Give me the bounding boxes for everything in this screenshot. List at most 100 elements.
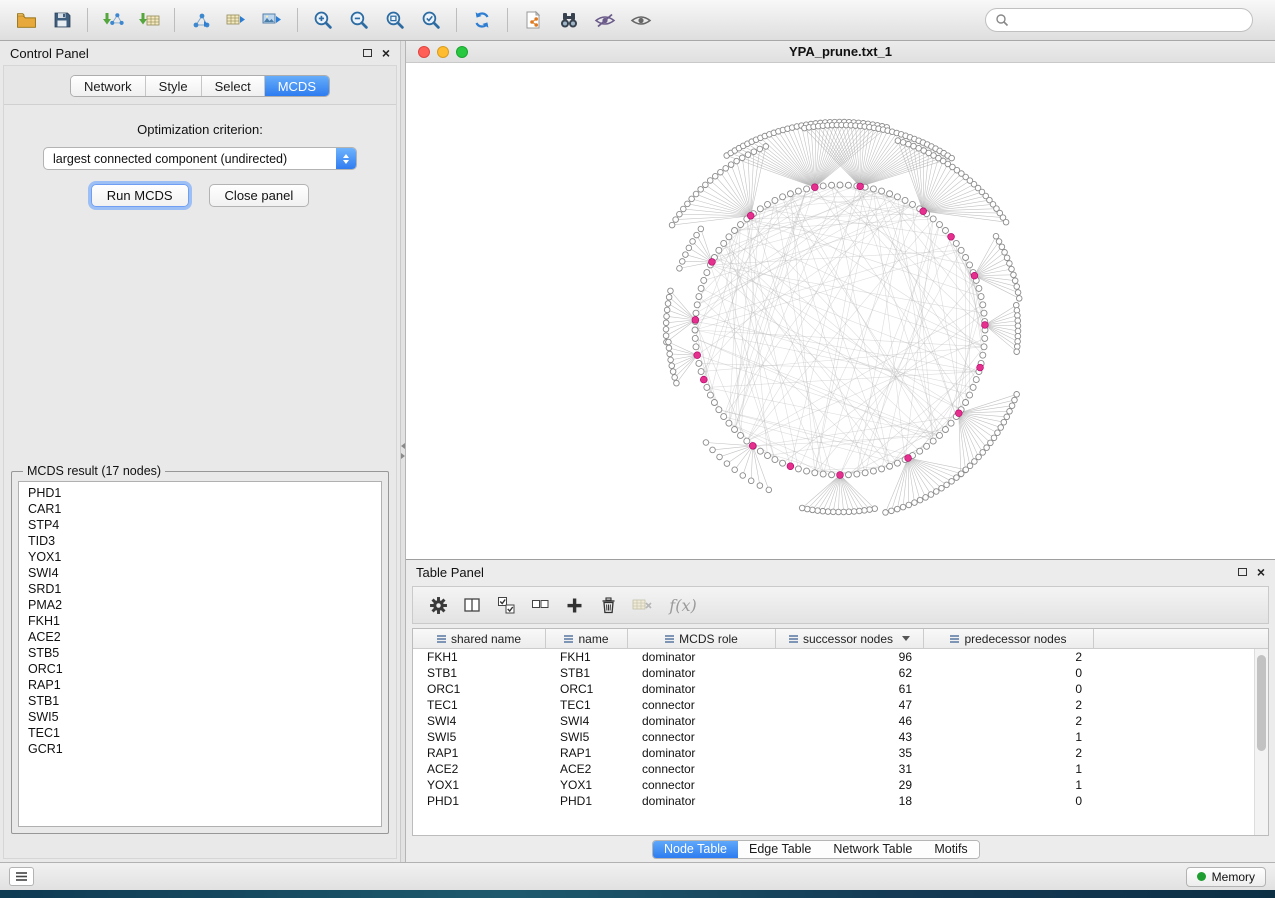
collapse-right-icon[interactable]	[401, 453, 405, 459]
memory-button[interactable]: Memory	[1186, 867, 1266, 887]
mcds-result-list[interactable]: PHD1CAR1STP4TID3YOX1SWI4SRD1PMA2FKH1ACE2…	[18, 481, 382, 827]
mcds-result-item[interactable]: CAR1	[28, 501, 381, 517]
mcds-result-item[interactable]: GCR1	[28, 741, 381, 757]
tab-select[interactable]: Select	[201, 76, 264, 96]
table-row[interactable]: RAP1RAP1dominator352	[413, 745, 1268, 761]
node-table: shared namenameMCDS rolesuccessor nodesp…	[412, 628, 1269, 836]
zoom-out-icon[interactable]	[341, 4, 377, 36]
table-row[interactable]: PHD1PHD1dominator180	[413, 793, 1268, 809]
mcds-result-item[interactable]: STB5	[28, 645, 381, 661]
add-column-icon[interactable]	[559, 591, 589, 619]
column-grid-icon	[789, 635, 798, 643]
tab-style[interactable]: Style	[145, 76, 201, 96]
column-header-MCDS-role[interactable]: MCDS role	[628, 629, 776, 648]
mcds-result-item[interactable]: SWI4	[28, 565, 381, 581]
import-table-icon[interactable]	[131, 4, 167, 36]
network-titlebar: YPA_prune.txt_1	[406, 41, 1275, 63]
import-network-icon[interactable]	[95, 4, 131, 36]
table-panel: Table Panel × f(x) s	[406, 560, 1275, 862]
chevron-down-icon[interactable]	[902, 636, 910, 641]
table-row[interactable]: FKH1FKH1dominator962	[413, 649, 1268, 665]
column-header-shared-name[interactable]: shared name	[413, 629, 546, 648]
mcds-result-item[interactable]: STP4	[28, 517, 381, 533]
mcds-result-item[interactable]: TID3	[28, 533, 381, 549]
select-all-icon[interactable]	[491, 591, 521, 619]
scrollbar-thumb[interactable]	[1257, 655, 1266, 751]
run-mcds-button[interactable]: Run MCDS	[91, 184, 189, 207]
close-window-icon[interactable]	[418, 46, 430, 58]
optimization-dropdown[interactable]: largest connected component (undirected)	[43, 147, 357, 170]
deselect-all-icon[interactable]	[525, 591, 555, 619]
save-session-icon[interactable]	[44, 4, 80, 36]
main-toolbar	[0, 0, 1275, 41]
table-row[interactable]: SWI4SWI4dominator462	[413, 713, 1268, 729]
zoom-fit-icon[interactable]	[377, 4, 413, 36]
table-scrollbar[interactable]	[1254, 649, 1268, 835]
tab-edge-table[interactable]: Edge Table	[738, 841, 822, 858]
export-table-icon[interactable]	[218, 4, 254, 36]
mcds-result-item[interactable]: TEC1	[28, 725, 381, 741]
table-settings-icon[interactable]	[423, 591, 453, 619]
column-header-successor-nodes[interactable]: successor nodes	[776, 629, 924, 648]
network-canvas[interactable]	[406, 63, 1275, 559]
hide-elements-icon[interactable]	[587, 4, 623, 36]
show-columns-icon[interactable]	[457, 591, 487, 619]
mcds-result-item[interactable]: ACE2	[28, 629, 381, 645]
tab-node-table[interactable]: Node Table	[653, 841, 738, 858]
zoom-in-icon[interactable]	[305, 4, 341, 36]
tab-network-table[interactable]: Network Table	[822, 841, 923, 858]
toolbar-separator	[456, 8, 457, 32]
tab-network[interactable]: Network	[71, 76, 145, 96]
mcds-result-item[interactable]: ORC1	[28, 661, 381, 677]
column-grid-icon	[437, 635, 446, 643]
show-elements-icon[interactable]	[623, 4, 659, 36]
dropdown-stepper-icon	[336, 148, 356, 169]
table-row[interactable]: STB1STB1dominator620	[413, 665, 1268, 681]
export-image-icon[interactable]	[254, 4, 290, 36]
share-document-icon[interactable]	[515, 4, 551, 36]
network-graph[interactable]	[406, 63, 1275, 559]
table-row[interactable]: ACE2ACE2connector311	[413, 761, 1268, 777]
mcds-result-item[interactable]: PHD1	[28, 485, 381, 501]
close-panel-icon[interactable]: ×	[1257, 565, 1265, 579]
search-network-icon[interactable]	[551, 4, 587, 36]
mcds-result-item[interactable]: FKH1	[28, 613, 381, 629]
refresh-icon[interactable]	[464, 4, 500, 36]
open-session-icon[interactable]	[8, 4, 44, 36]
mcds-result-item[interactable]: RAP1	[28, 677, 381, 693]
zoom-selected-icon[interactable]	[413, 4, 449, 36]
memory-label: Memory	[1212, 870, 1255, 884]
optimization-dropdown-value: largest connected component (undirected)	[53, 152, 287, 166]
delete-column-icon[interactable]	[593, 591, 623, 619]
column-grid-icon	[665, 635, 674, 643]
toolbar-separator	[87, 8, 88, 32]
mcds-result-item[interactable]: SRD1	[28, 581, 381, 597]
table-row[interactable]: YOX1YOX1connector291	[413, 777, 1268, 793]
control-panel-body: NetworkStyleSelectMCDS Optimization crit…	[3, 65, 397, 859]
float-panel-icon[interactable]	[363, 49, 372, 57]
float-panel-icon[interactable]	[1238, 568, 1247, 576]
menu-icon[interactable]	[9, 867, 34, 886]
table-body: FKH1FKH1dominator962STB1STB1dominator620…	[413, 649, 1268, 835]
search-input[interactable]	[1015, 13, 1243, 27]
maximize-window-icon[interactable]	[456, 46, 468, 58]
table-row[interactable]: ORC1ORC1dominator610	[413, 681, 1268, 697]
close-panel-icon[interactable]: ×	[382, 46, 390, 60]
table-row[interactable]: SWI5SWI5connector431	[413, 729, 1268, 745]
network-title: YPA_prune.txt_1	[406, 44, 1275, 59]
column-header-name[interactable]: name	[546, 629, 628, 648]
export-network-icon[interactable]	[182, 4, 218, 36]
tab-mcds[interactable]: MCDS	[264, 76, 329, 96]
mcds-result-item[interactable]: YOX1	[28, 549, 381, 565]
minimize-window-icon[interactable]	[437, 46, 449, 58]
column-header-predecessor-nodes[interactable]: predecessor nodes	[924, 629, 1094, 648]
collapse-left-icon[interactable]	[401, 443, 405, 449]
search-box[interactable]	[985, 8, 1253, 32]
mcds-result-item[interactable]: PMA2	[28, 597, 381, 613]
optimization-label: Optimization criterion:	[137, 122, 263, 137]
mcds-result-item[interactable]: STB1	[28, 693, 381, 709]
close-panel-button[interactable]: Close panel	[209, 184, 310, 207]
mcds-result-item[interactable]: SWI5	[28, 709, 381, 725]
table-row[interactable]: TEC1TEC1connector472	[413, 697, 1268, 713]
tab-motifs[interactable]: Motifs	[923, 841, 978, 858]
